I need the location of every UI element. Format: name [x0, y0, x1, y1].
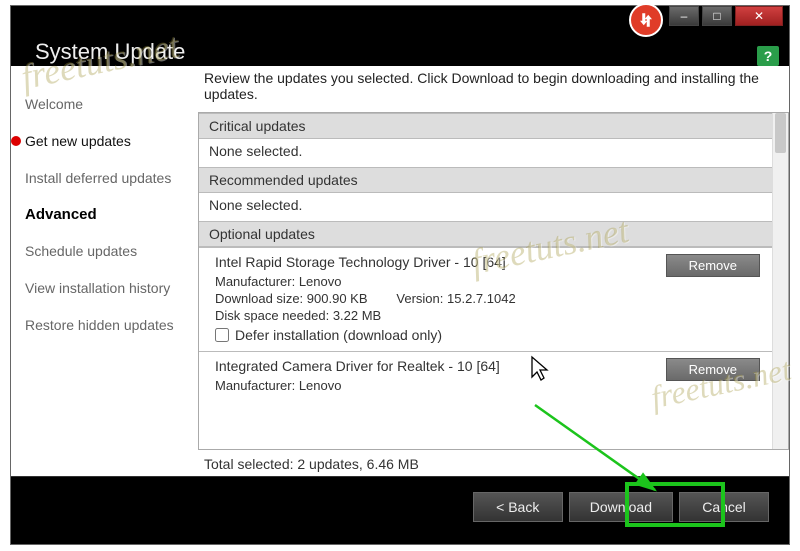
body-area: Welcome Get new updates Install deferred…: [11, 66, 789, 476]
section-body-recommended: None selected.: [199, 193, 772, 221]
sidebar-item-view-history[interactable]: View installation history: [11, 270, 196, 307]
footer-bar: < Back Download Cancel: [11, 476, 789, 536]
section-body-critical: None selected.: [199, 139, 772, 167]
sidebar-item-restore-hidden[interactable]: Restore hidden updates: [11, 307, 196, 344]
sidebar-item-get-new-updates[interactable]: Get new updates: [11, 123, 196, 160]
title-bar: System Update – □ ✕ ?: [11, 6, 789, 66]
remove-button[interactable]: Remove: [666, 254, 760, 277]
sidebar-heading-advanced: Advanced: [11, 196, 196, 233]
sidebar-item-schedule-updates[interactable]: Schedule updates: [11, 233, 196, 270]
cancel-button[interactable]: Cancel: [679, 492, 769, 522]
updates-list: Critical updates None selected. Recommen…: [199, 113, 772, 449]
defer-label: Defer installation (download only): [235, 327, 442, 343]
summary-text: Total selected: 2 updates, 6.46 MB: [198, 450, 789, 476]
help-icon[interactable]: ?: [757, 46, 779, 66]
section-header-recommended: Recommended updates: [199, 167, 772, 193]
download-button[interactable]: Download: [569, 492, 673, 522]
minimize-button[interactable]: –: [669, 6, 699, 26]
instruction-text: Review the updates you selected. Click D…: [198, 66, 789, 112]
back-button[interactable]: < Back: [473, 492, 563, 522]
update-item: Remove Intel Rapid Storage Technology Dr…: [199, 247, 772, 351]
sidebar-item-install-deferred[interactable]: Install deferred updates: [11, 160, 196, 197]
close-button[interactable]: ✕: [735, 6, 783, 26]
update-size-version: Download size: 900.90 KB Version: 15.2.7…: [215, 291, 762, 306]
app-title: System Update: [35, 39, 185, 65]
section-header-optional: Optional updates: [199, 221, 772, 247]
maximize-button[interactable]: □: [702, 6, 732, 26]
defer-row: Defer installation (download only): [215, 327, 762, 343]
remove-button[interactable]: Remove: [666, 358, 760, 381]
updates-scroll-area: Critical updates None selected. Recommen…: [198, 112, 789, 450]
defer-checkbox[interactable]: [215, 328, 229, 342]
scrollbar-thumb[interactable]: [775, 113, 786, 153]
update-item: Remove Integrated Camera Driver for Real…: [199, 351, 772, 403]
update-disk-space: Disk space needed: 3.22 MB: [215, 308, 762, 323]
window-controls: – □ ✕: [669, 6, 783, 26]
sidebar: Welcome Get new updates Install deferred…: [11, 66, 196, 476]
sidebar-item-welcome[interactable]: Welcome: [11, 86, 196, 123]
scrollbar[interactable]: [772, 113, 788, 449]
app-window: System Update – □ ✕ ? Welcome Get new up…: [10, 5, 790, 545]
main-panel: Review the updates you selected. Click D…: [196, 66, 789, 476]
update-badge-icon: [629, 3, 663, 37]
section-header-critical: Critical updates: [199, 113, 772, 139]
